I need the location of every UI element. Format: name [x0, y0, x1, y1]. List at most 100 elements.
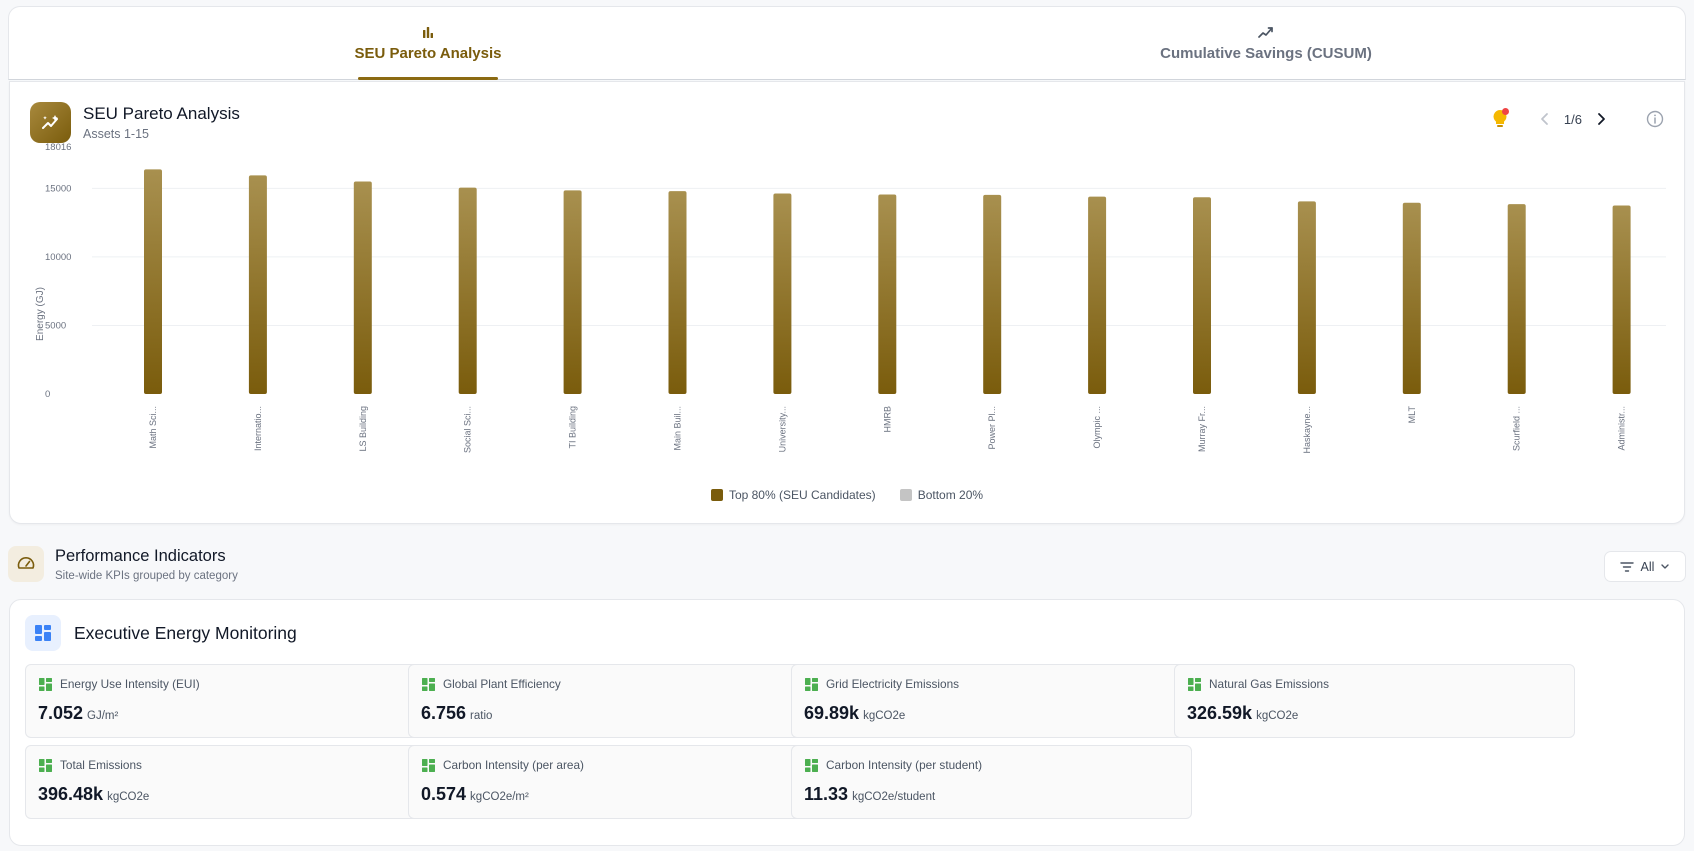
- kpi-value-row: 11.33 kgCO2e/student: [804, 784, 935, 805]
- kpi-unit: GJ/m²: [87, 710, 119, 722]
- kpi-value-row: 396.48k kgCO2e: [38, 784, 149, 805]
- bar[interactable]: [353, 181, 372, 394]
- page-indicator: 1/6: [1563, 111, 1582, 127]
- bar[interactable]: [144, 169, 162, 394]
- kpi-unit: ratio: [470, 710, 493, 722]
- grid-metric-icon: [805, 677, 818, 691]
- kpi-value-row: 6.756 ratio: [421, 703, 492, 724]
- grid-metric-icon: [422, 677, 435, 691]
- y-tick-label: 18016: [45, 142, 71, 153]
- bar[interactable]: [1297, 201, 1316, 394]
- grid-metric-icon: [39, 677, 52, 691]
- chart-subtitle: Assets 1-15: [83, 127, 150, 141]
- x-tick-label: HMRB: [882, 406, 892, 433]
- kpi-value: 7.052: [38, 703, 84, 723]
- bar[interactable]: [458, 187, 477, 394]
- kpi-value: 11.33: [804, 784, 849, 804]
- bar[interactable]: [773, 193, 792, 394]
- section-subtitle: Site-wide KPIs grouped by category: [55, 569, 238, 582]
- kpi-label-row: Carbon Intensity (per student): [805, 758, 982, 772]
- kpi-value: 0.574: [421, 784, 467, 804]
- y-axis-label: Energy (GJ): [35, 287, 46, 341]
- x-tick-label: TI Building: [568, 406, 578, 449]
- bar[interactable]: [1612, 205, 1631, 394]
- kpi-card[interactable]: Global Plant Efficiency 6.756 ratio: [408, 664, 809, 738]
- sparkle-chart-icon: [30, 102, 71, 143]
- x-tick-label: Scurfield ...: [1512, 406, 1522, 451]
- kpi-card[interactable]: Energy Use Intensity (EUI) 7.052 GJ/m²: [25, 664, 426, 738]
- kpi-card[interactable]: Carbon Intensity (per area) 0.574 kgCO2e/m…: [408, 745, 809, 819]
- filter-icon: [1619, 561, 1634, 572]
- pareto-chart-card: SEU Pareto Analysis Assets 1-15 1/6 0 50…: [9, 81, 1685, 524]
- bar[interactable]: [1402, 202, 1421, 394]
- category-filter-dropdown[interactable]: All: [1604, 551, 1686, 582]
- x-tick-label: Social Sci...: [463, 406, 473, 453]
- insight-bulb-button[interactable]: [1490, 108, 1510, 130]
- trend-line-icon: [1258, 26, 1273, 38]
- dashboard-icon: [25, 615, 61, 651]
- kpi-label: Grid Electricity Emissions: [826, 677, 960, 691]
- kpi-card[interactable]: Grid Electricity Emissions 69.89k kgCO2e: [791, 664, 1192, 738]
- prev-page-button[interactable]: [1536, 110, 1554, 128]
- chevron-right-icon: [1598, 113, 1605, 125]
- x-tick-label: Murray Fr...: [1197, 406, 1207, 452]
- x-tick-label: LS Building: [358, 406, 368, 452]
- kpi-label: Energy Use Intensity (EUI): [60, 677, 200, 691]
- kpi-unit: kgCO2e/student: [852, 791, 936, 803]
- grid-metric-icon: [422, 758, 435, 772]
- kpi-card[interactable]: Total Emissions 396.48k kgCO2e: [25, 745, 426, 819]
- kpi-label: Natural Gas Emissions: [1209, 677, 1329, 691]
- y-tick-label: 15000: [45, 183, 71, 194]
- kpi-label: Carbon Intensity (per area): [443, 758, 584, 772]
- bar[interactable]: [878, 194, 897, 394]
- x-tick-label: Olympic ...: [1092, 406, 1102, 449]
- bar[interactable]: [248, 175, 267, 394]
- legend-item-top[interactable]: Top 80% (SEU Candidates): [710, 488, 876, 502]
- y-tick-label: 0: [45, 389, 50, 400]
- kpi-value-row: 69.89k kgCO2e: [804, 703, 905, 724]
- chart-toolbar: 1/6: [1490, 108, 1664, 130]
- chart-title: SEU Pareto Analysis: [83, 104, 240, 123]
- kpi-unit: kgCO2e: [863, 710, 906, 722]
- kpi-label-row: Energy Use Intensity (EUI): [39, 677, 200, 691]
- kpi-value-row: 0.574 kgCO2e/m²: [421, 784, 529, 805]
- kpi-value-row: 326.59k kgCO2e: [1187, 703, 1298, 724]
- kpi-card[interactable]: Carbon Intensity (per student) 11.33 kgCO2…: [791, 745, 1192, 819]
- gauge-icon: [8, 546, 44, 582]
- performance-header: Performance Indicators Site-wide KPIs gr…: [8, 546, 238, 582]
- tab-seu-pareto[interactable]: SEU Pareto Analysis: [9, 7, 847, 79]
- x-tick-label: Power Pl...: [987, 406, 997, 450]
- kpi-card[interactable]: Natural Gas Emissions 326.59k kgCO2e: [1174, 664, 1575, 738]
- kpi-unit: kgCO2e/m²: [470, 791, 529, 803]
- x-tick-label: Internatio...: [253, 406, 263, 451]
- kpi-label-row: Global Plant Efficiency: [422, 677, 561, 691]
- kpi-value: 326.59k: [1187, 703, 1253, 723]
- info-button[interactable]: [1646, 110, 1664, 128]
- chevron-down-icon: [1661, 563, 1670, 569]
- bar[interactable]: [1088, 196, 1107, 394]
- kpi-label: Total Emissions: [60, 758, 142, 772]
- x-tick-label: Administr...: [1617, 406, 1627, 451]
- bar[interactable]: [563, 190, 582, 394]
- legend-item-bottom[interactable]: Bottom 20%: [899, 488, 983, 502]
- chart-legend: Top 80% (SEU Candidates) Bottom 20%: [10, 488, 1684, 502]
- chart-header: SEU Pareto Analysis Assets 1-15: [30, 102, 240, 143]
- section-title: Performance Indicators: [55, 546, 226, 565]
- kpi-value: 396.48k: [38, 784, 104, 804]
- bar[interactable]: [983, 194, 1002, 394]
- next-page-button[interactable]: [1592, 110, 1610, 128]
- tab-bar: SEU Pareto Analysis Cumulative Savings (…: [8, 6, 1686, 80]
- kpi-value-row: 7.052 GJ/m²: [38, 703, 118, 724]
- kpi-value: 6.756: [421, 703, 467, 723]
- notification-dot: [1501, 108, 1509, 115]
- bar[interactable]: [1193, 197, 1211, 394]
- kpi-unit: kgCO2e: [107, 791, 150, 803]
- kpi-label-row: Natural Gas Emissions: [1188, 677, 1329, 691]
- filter-value: All: [1640, 559, 1655, 574]
- x-tick-label: Math Sci...: [148, 406, 158, 449]
- grid-metric-icon: [805, 758, 818, 772]
- kpi-unit: kgCO2e: [1256, 710, 1299, 722]
- bar[interactable]: [1507, 204, 1526, 394]
- tab-cusum[interactable]: Cumulative Savings (CUSUM): [847, 7, 1685, 79]
- bar[interactable]: [668, 191, 687, 394]
